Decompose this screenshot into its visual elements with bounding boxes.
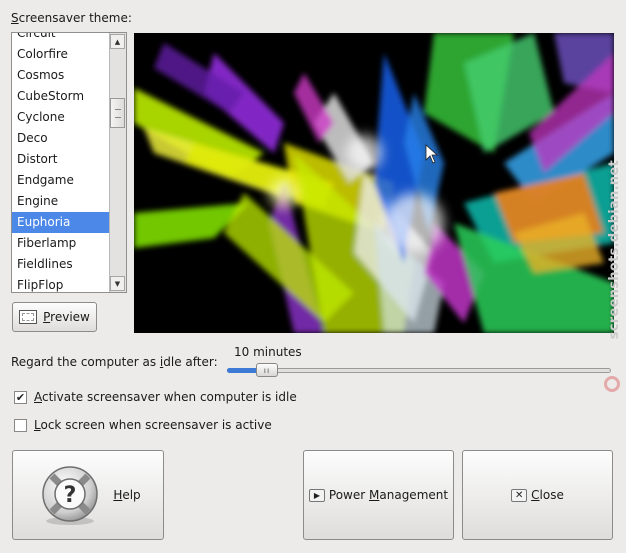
slider-track[interactable] [227,368,611,373]
screensaver-preview [134,33,614,333]
close-icon: ✕ [511,488,528,502]
lock-screen-label: Lock screen when screensaver is active [34,418,272,432]
theme-list-item[interactable]: Endgame [12,170,112,191]
fullscreen-preview-icon [19,310,38,324]
help-lifebuoy-icon: ? [42,466,99,525]
theme-list-item[interactable]: CubeStorm [12,86,112,107]
scroll-down-icon[interactable]: ▼ [110,276,125,291]
lock-screen-checkbox[interactable] [14,418,27,432]
scroll-up-icon[interactable]: ▲ [110,34,125,49]
activate-screensaver-checkbox[interactable]: ✔ [14,390,27,404]
run-icon: ▶ [308,488,325,502]
power-management-label: Power Management [328,488,449,502]
svg-text:?: ? [64,483,77,508]
activate-screensaver-row[interactable]: ✔ Activate screensaver when computer is … [14,390,297,404]
theme-list-items: Circuit Colorfire Cosmos CubeStorm Cyclone De… [12,33,112,292]
theme-list-item[interactable]: Colorfire [12,44,112,65]
watermark-text: screenshots.debian.net [607,160,622,340]
close-button[interactable]: ✕ Close [462,450,613,540]
preview-button[interactable]: Preview [12,302,97,332]
theme-list-item[interactable]: FlipFlop [12,275,112,292]
theme-list-item[interactable]: Circuit [12,33,112,44]
euphoria-preview-image [134,33,614,333]
activate-screensaver-label: Activate screensaver when computer is id… [34,390,297,404]
help-button[interactable]: ? Help [12,450,164,540]
lock-screen-row[interactable]: Lock screen when screensaver is active [14,418,272,432]
theme-list-scrollbar[interactable]: ▲ ▼ [109,33,126,292]
theme-list-item[interactable]: Distort [12,149,112,170]
watermark-logo-icon [604,376,620,392]
idle-time-value: 10 minutes [234,345,302,359]
theme-list-item[interactable]: Fiberlamp [12,233,112,254]
idle-time-label: Regard the computer as idle after: [11,355,218,369]
screensaver-theme-label: Screensaver theme: [11,11,132,25]
theme-list-item[interactable]: Cyclone [12,107,112,128]
close-button-label: Close [531,488,564,502]
power-management-button[interactable]: ▶ Power Management [303,450,454,540]
idle-time-slider[interactable]: ıı [227,362,611,378]
scrollbar-thumb[interactable] [110,98,125,128]
theme-list[interactable]: Circuit Colorfire Cosmos CubeStorm Cyclone De… [11,32,127,293]
preview-button-label: Preview [43,310,90,324]
theme-list-item[interactable]: Engine [12,191,112,212]
slider-handle[interactable]: ıı [256,363,278,377]
theme-list-item[interactable]: Euphoria [12,212,112,233]
help-button-label: Help [113,488,141,502]
theme-list-item[interactable]: Cosmos [12,65,112,86]
theme-list-item[interactable]: Deco [12,128,112,149]
theme-list-item[interactable]: Fieldlines [12,254,112,275]
